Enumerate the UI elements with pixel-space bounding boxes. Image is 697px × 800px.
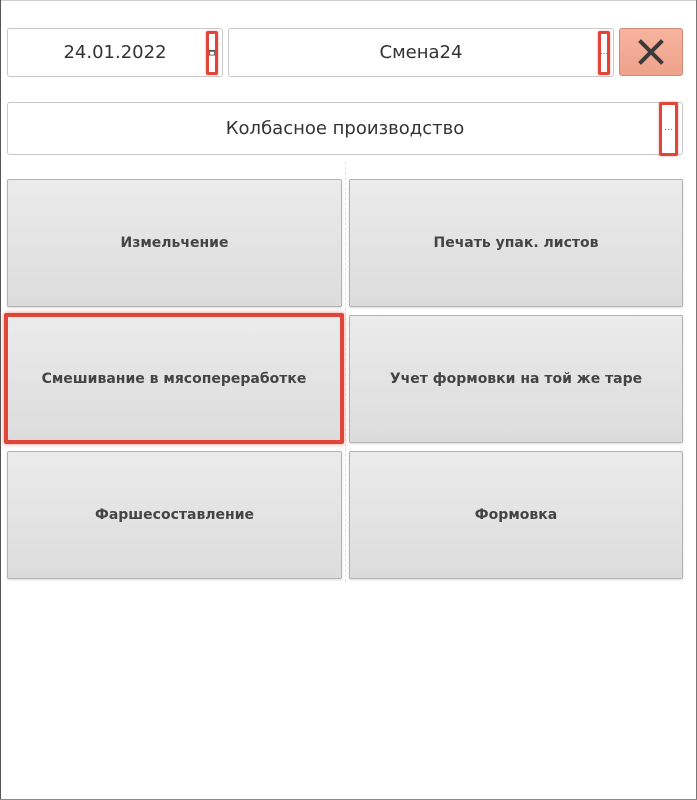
calendar-icon — [209, 49, 215, 56]
tile-print-packing-sheets[interactable]: Печать упак. листов — [349, 179, 683, 307]
calendar-button[interactable] — [206, 30, 218, 75]
shift-value: Смена24 — [379, 42, 463, 63]
shift-select-ellipsis: ... — [599, 47, 609, 57]
tile-mixing[interactable]: Смешивание в мясопереработке — [4, 313, 344, 444]
department-select-ellipsis: ... — [664, 123, 673, 133]
close-button[interactable] — [619, 28, 683, 76]
date-field[interactable]: 24.01.2022 — [7, 28, 223, 77]
shift-select-button[interactable]: ... — [598, 30, 610, 75]
tile-label: Печать упак. листов — [433, 235, 599, 251]
tile-label: Смешивание в мясопереработке — [41, 370, 307, 387]
tile-label: Фаршесоставление — [94, 507, 255, 523]
shift-field[interactable]: Смена24 ... — [228, 28, 614, 77]
window-top-edge — [0, 0, 697, 1]
tile-label: Формовка — [474, 507, 558, 523]
tile-label: Учет формовки на той же таре — [389, 371, 643, 387]
window-left-edge — [0, 0, 1, 800]
department-field[interactable]: Колбасное производство ... — [7, 101, 683, 156]
department-select-button[interactable]: ... — [659, 101, 678, 156]
tile-stuffing[interactable]: Фаршесоставление — [7, 451, 342, 579]
column-divider — [345, 162, 346, 582]
tile-label: Измельчение — [120, 235, 229, 251]
department-value: Колбасное производство — [225, 118, 465, 139]
tile-forming-same-container[interactable]: Учет формовки на той же таре — [349, 315, 683, 443]
close-x-icon — [638, 39, 664, 65]
tile-grinding[interactable]: Измельчение — [7, 179, 342, 307]
tile-forming[interactable]: Формовка — [349, 451, 683, 579]
date-value: 24.01.2022 — [63, 42, 167, 63]
